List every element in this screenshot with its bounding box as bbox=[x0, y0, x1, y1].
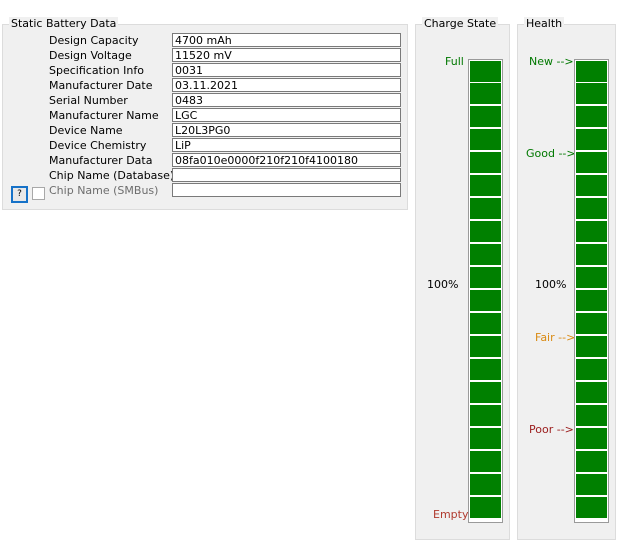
manufacturer-data-label: Manufacturer Data bbox=[49, 154, 153, 167]
health-new-label: New --> bbox=[529, 55, 574, 68]
manufacturer-date-row: Manufacturer Date 03.11.2021 bbox=[3, 78, 407, 93]
manufacturer-data-value[interactable]: 08fa010e0000f210f210f4100180 bbox=[172, 153, 401, 167]
health-percent-label: 100% bbox=[535, 278, 567, 291]
smbus-checkbox[interactable] bbox=[32, 187, 45, 200]
health-meter-segment bbox=[576, 106, 607, 127]
health-meter-segment bbox=[576, 61, 607, 82]
health-meter-segment bbox=[576, 474, 607, 495]
charge-meter-segment bbox=[470, 106, 501, 127]
chip-name-database-value[interactable] bbox=[172, 168, 401, 182]
health-fair-label: Fair --> bbox=[535, 331, 576, 344]
device-name-label: Device Name bbox=[49, 124, 123, 137]
health-meter-segment bbox=[576, 221, 607, 242]
health-good-label: Good --> bbox=[526, 147, 576, 160]
health-meter-segment bbox=[576, 451, 607, 472]
static-battery-data-group: Static Battery Data Design Capacity 4700… bbox=[2, 17, 408, 210]
health-poor-label: Poor --> bbox=[529, 423, 574, 436]
health-meter-segment bbox=[576, 382, 607, 403]
charge-meter-segment bbox=[470, 267, 501, 288]
health-meter-segment bbox=[576, 405, 607, 426]
charge-meter-segment bbox=[470, 405, 501, 426]
manufacturer-data-row: Manufacturer Data 08fa010e0000f210f210f4… bbox=[3, 153, 407, 168]
chip-name-database-label: Chip Name (Database) bbox=[49, 169, 175, 182]
manufacturer-name-row: Manufacturer Name LGC bbox=[3, 108, 407, 123]
manufacturer-name-value[interactable]: LGC bbox=[172, 108, 401, 122]
charge-meter-segment bbox=[470, 336, 501, 357]
device-chemistry-label: Device Chemistry bbox=[49, 139, 147, 152]
charge-empty-label: Empty bbox=[433, 508, 469, 521]
charge-meter-segment bbox=[470, 313, 501, 334]
serial-number-row: Serial Number 0483 bbox=[3, 93, 407, 108]
health-meter-segment bbox=[576, 290, 607, 311]
static-battery-data-title: Static Battery Data bbox=[9, 17, 119, 31]
help-button[interactable]: ? bbox=[11, 186, 28, 203]
health-meter-segment bbox=[576, 428, 607, 449]
health-meter-segment bbox=[576, 198, 607, 219]
charge-meter-segment bbox=[470, 61, 501, 82]
charge-meter-segment bbox=[470, 359, 501, 380]
charge-full-label: Full bbox=[445, 55, 464, 68]
charge-meter-segment bbox=[470, 152, 501, 173]
health-title: Health bbox=[524, 17, 565, 31]
health-meter-segment bbox=[576, 497, 607, 518]
design-capacity-label: Design Capacity bbox=[49, 34, 139, 47]
chip-name-smbus-label: Chip Name (SMBus) bbox=[49, 184, 159, 197]
design-capacity-value[interactable]: 4700 mAh bbox=[172, 33, 401, 47]
design-capacity-row: Design Capacity 4700 mAh bbox=[3, 33, 407, 48]
charge-meter-segment bbox=[470, 175, 501, 196]
charge-meter-segment bbox=[470, 497, 501, 518]
health-meter-segment bbox=[576, 336, 607, 357]
manufacturer-date-label: Manufacturer Date bbox=[49, 79, 153, 92]
chip-name-smbus-value[interactable] bbox=[172, 183, 401, 197]
device-chemistry-value[interactable]: LiP bbox=[172, 138, 401, 152]
device-name-value[interactable]: L20L3PG0 bbox=[172, 123, 401, 137]
specification-info-row: Specification Info 0031 bbox=[3, 63, 407, 78]
charge-meter-segment bbox=[470, 198, 501, 219]
health-level-meter bbox=[574, 59, 609, 523]
design-voltage-row: Design Voltage 11520 mV bbox=[3, 48, 407, 63]
health-meter-segment bbox=[576, 175, 607, 196]
health-meter-segment bbox=[576, 267, 607, 288]
health-meter-segment bbox=[576, 359, 607, 380]
chip-name-database-row: Chip Name (Database) bbox=[3, 168, 407, 183]
charge-percent-label: 100% bbox=[427, 278, 459, 291]
charge-meter-segment bbox=[470, 451, 501, 472]
manufacturer-date-value[interactable]: 03.11.2021 bbox=[172, 78, 401, 92]
chip-name-smbus-row: Chip Name (SMBus) bbox=[3, 183, 407, 198]
charge-meter-segment bbox=[470, 428, 501, 449]
specification-info-value[interactable]: 0031 bbox=[172, 63, 401, 77]
design-voltage-label: Design Voltage bbox=[49, 49, 132, 62]
charge-level-meter bbox=[468, 59, 503, 523]
health-meter-segment bbox=[576, 129, 607, 150]
design-voltage-value[interactable]: 11520 mV bbox=[172, 48, 401, 62]
charge-meter-segment bbox=[470, 83, 501, 104]
device-name-row: Device Name L20L3PG0 bbox=[3, 123, 407, 138]
charge-meter-segment bbox=[470, 129, 501, 150]
manufacturer-name-label: Manufacturer Name bbox=[49, 109, 159, 122]
health-meter-segment bbox=[576, 244, 607, 265]
serial-number-label: Serial Number bbox=[49, 94, 128, 107]
charge-meter-segment bbox=[470, 290, 501, 311]
specification-info-label: Specification Info bbox=[49, 64, 144, 77]
health-meter-segment bbox=[576, 313, 607, 334]
health-meter-segment bbox=[576, 83, 607, 104]
charge-meter-segment bbox=[470, 474, 501, 495]
charge-meter-segment bbox=[470, 244, 501, 265]
charge-meter-segment bbox=[470, 221, 501, 242]
health-meter-segment bbox=[576, 152, 607, 173]
charge-state-title: Charge State bbox=[422, 17, 499, 31]
serial-number-value[interactable]: 0483 bbox=[172, 93, 401, 107]
device-chemistry-row: Device Chemistry LiP bbox=[3, 138, 407, 153]
charge-meter-segment bbox=[470, 382, 501, 403]
